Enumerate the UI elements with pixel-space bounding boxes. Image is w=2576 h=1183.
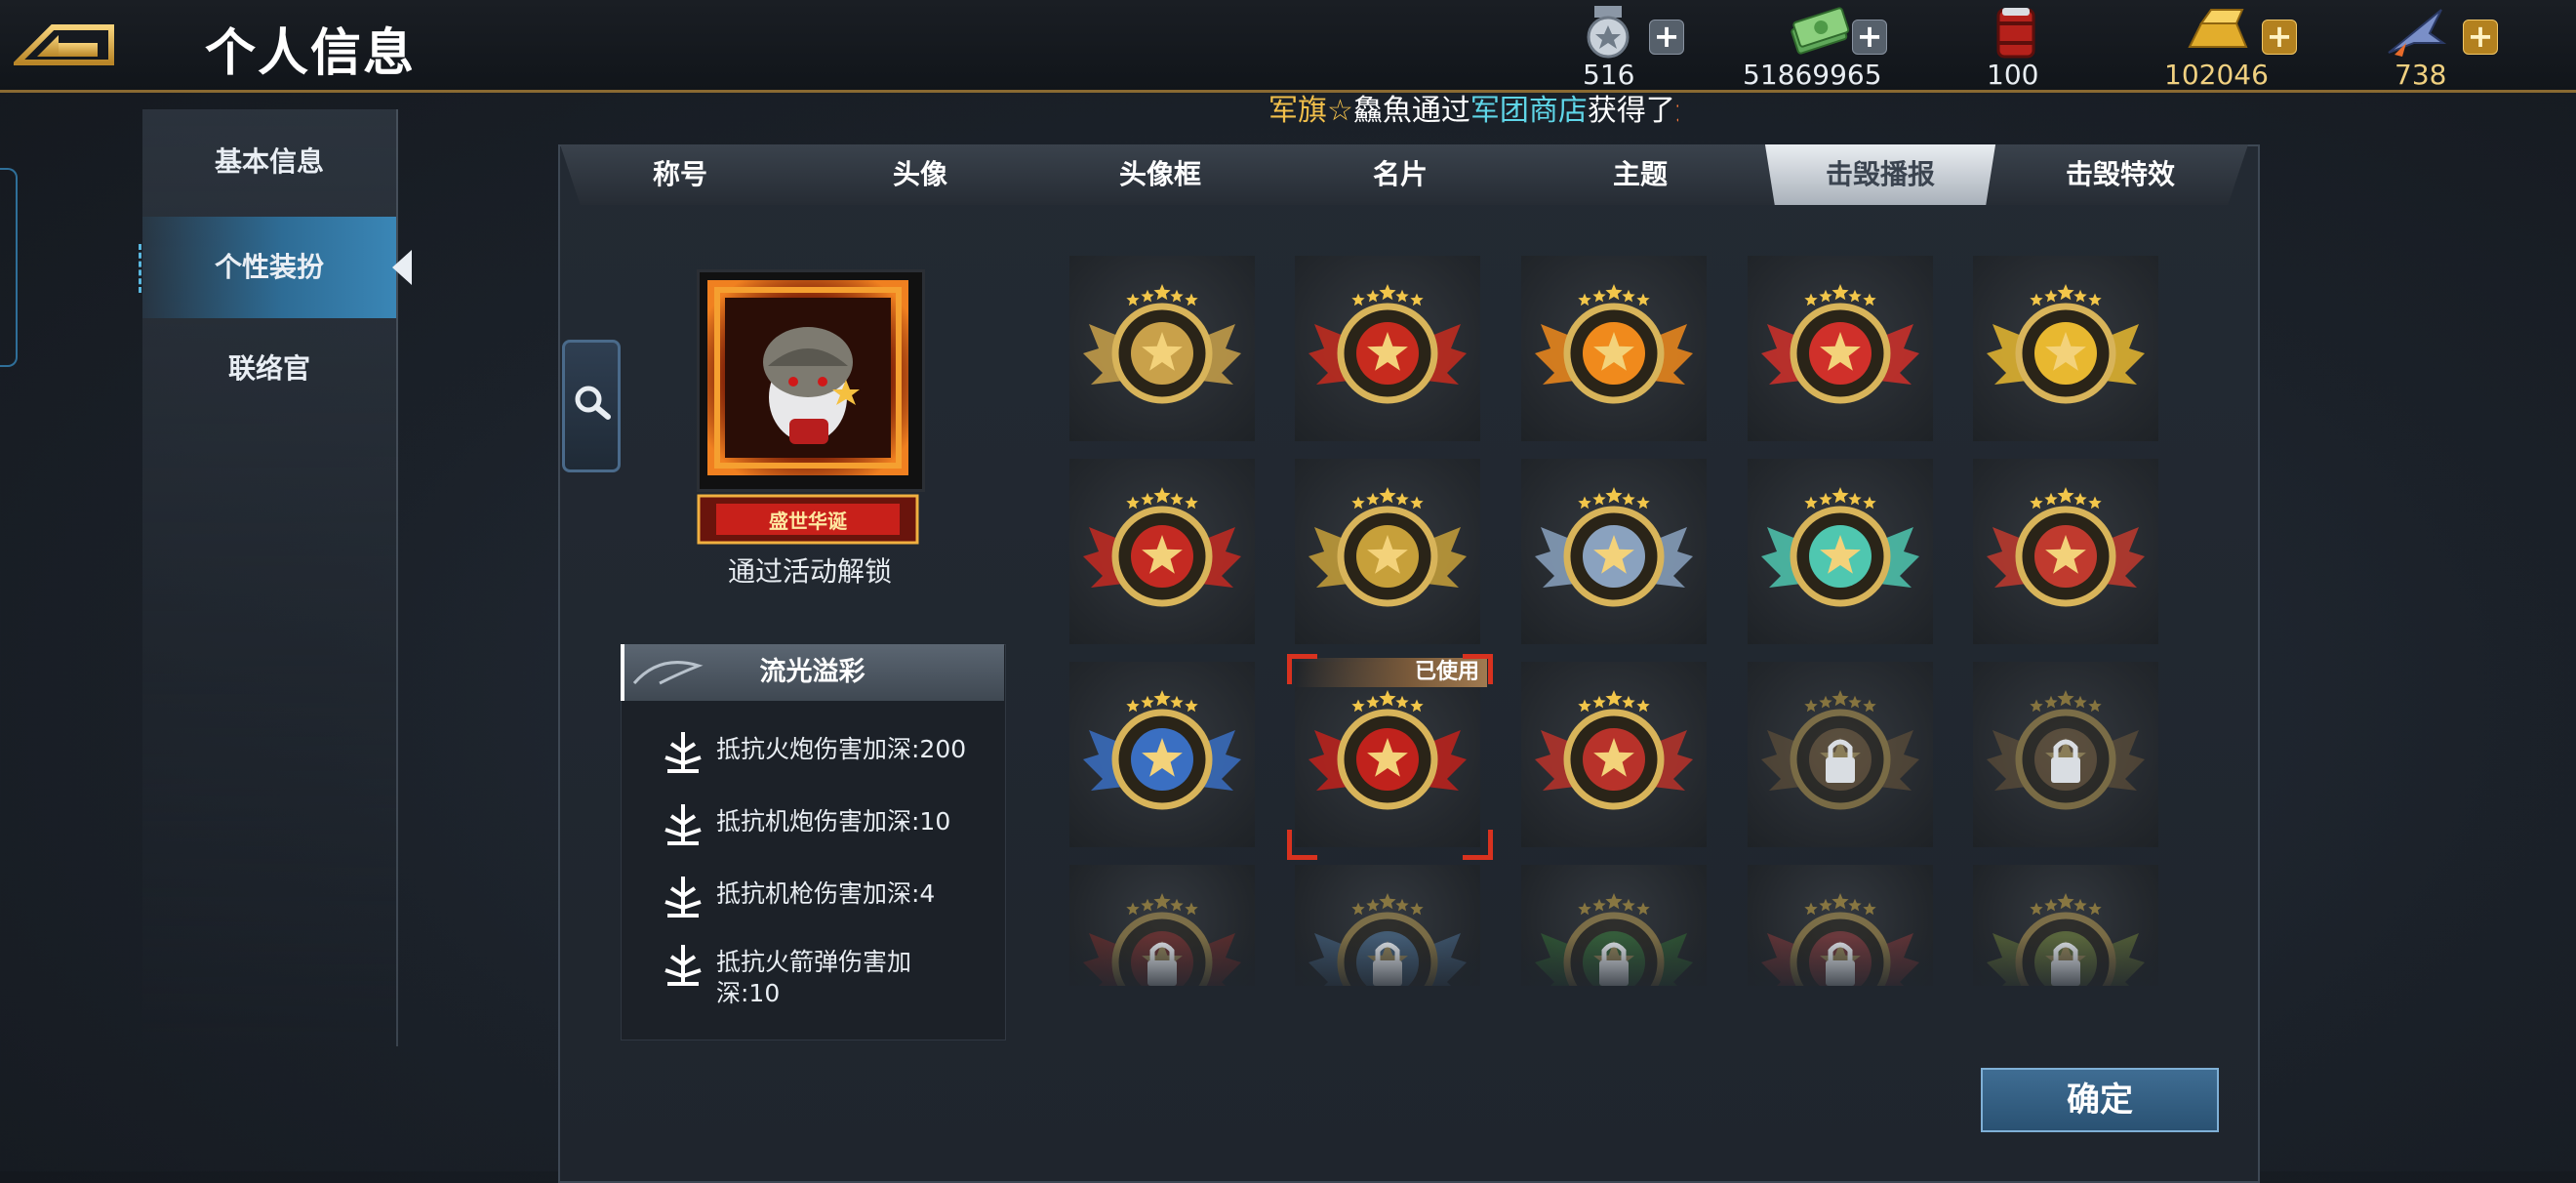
fuel-value: 100 [1987, 59, 2039, 91]
badge-slot[interactable] [1521, 256, 1707, 441]
resource-medal: 516 + [1569, 4, 1696, 91]
number-seven-badge-icon [1535, 690, 1693, 810]
sidebar-item-basic-info[interactable]: 基本信息 [142, 111, 396, 213]
cash-value: 51869965 [1743, 59, 1882, 91]
tree-attribute-icon [664, 945, 702, 986]
badge-slot[interactable] [1748, 662, 1933, 847]
preview-banner-text: 盛世华诞 [769, 510, 848, 533]
badge-slot[interactable] [1069, 459, 1255, 644]
sidebar-item-personalize[interactable]: 个性装扮 [139, 217, 412, 318]
pumpkin-badge-icon [1535, 284, 1693, 404]
ticker-part: 军旗☆ [1268, 94, 1353, 128]
selection-corner [1463, 654, 1493, 684]
red-banner-star-badge-icon [1308, 690, 1467, 810]
sidebar-item-liaison[interactable]: 联络官 [142, 318, 396, 420]
jet-value: 738 [2395, 59, 2447, 91]
selection-corner [1287, 830, 1317, 860]
resource-cash: 51869965 + [1743, 4, 1909, 91]
badge-slot[interactable] [1973, 459, 2158, 644]
fuel-barrel-icon [1996, 8, 2035, 59]
attribute-text: 抵抗火炮伤害加深:200 [716, 735, 967, 763]
rabbit-avatar-icon [707, 280, 908, 475]
robot-helmet-badge-icon [1535, 487, 1693, 607]
tree-attribute-icon [664, 877, 702, 918]
active-arrow-icon [392, 250, 412, 285]
attributes-title: 流光溢彩 [759, 657, 865, 687]
unlock-hint: 通过活动解锁 [727, 555, 892, 588]
preview-banner: 盛世华诞 [697, 492, 919, 547]
used-tag: 已使用 [1294, 658, 1487, 687]
medal-icon [1587, 6, 1630, 59]
back-button[interactable] [10, 14, 117, 68]
shield-star-blue-badge-icon [1083, 690, 1241, 810]
selection-corner [1463, 830, 1493, 860]
banner-ribbon-icon: 盛世华诞 [697, 494, 919, 545]
left-edge-decoration [0, 168, 18, 367]
tree-attribute-icon [664, 732, 702, 773]
badge-slot[interactable] [1295, 256, 1480, 441]
book-lock-badge-icon [1761, 690, 1919, 810]
tab-name-card[interactable]: 名片 [1280, 144, 1520, 205]
jade-ring-badge-icon [1761, 487, 1919, 607]
tab-kill-broadcast[interactable]: 击毁播报 [1764, 144, 1996, 205]
badge-slot[interactable] [1069, 662, 1255, 847]
red-star-crest-badge-icon [1987, 487, 2145, 607]
badge-slot[interactable] [1748, 459, 1933, 644]
back-arrow-icon [10, 24, 114, 65]
active-indicator [139, 244, 144, 293]
resource-fuel: 100 [1985, 4, 2063, 91]
ticker-part: 通过 [1411, 94, 1470, 128]
confirm-button[interactable]: 确定 [1981, 1068, 2219, 1132]
broadcast-ticker: 军旗☆鱻魚通过军团商店获得了辶 [1268, 86, 1678, 129]
sidebar-item-label: 基本信息 [214, 145, 324, 178]
add-cash-button[interactable]: + [1852, 20, 1887, 55]
sidebar-item-label: 个性装扮 [214, 251, 324, 283]
attribute-text: 抵抗机炮伤害加深:10 [716, 807, 951, 836]
page-title: 个人信息 [205, 24, 417, 83]
ticker-player: 鱻魚 [1352, 94, 1412, 128]
search-icon [575, 386, 611, 420]
side-nav: 基本信息 个性装扮 联络官 [139, 109, 412, 1046]
search-button[interactable] [562, 340, 621, 472]
red-star-wings-badge-icon [1761, 284, 1919, 404]
badge-slot[interactable] [1521, 459, 1707, 644]
tab-theme[interactable]: 主题 [1520, 144, 1760, 205]
tab-avatar-frame[interactable]: 头像框 [1040, 144, 1280, 205]
attribute-text: 抵抗机枪伤害加深:4 [716, 879, 936, 908]
tree-attribute-icon [664, 804, 702, 845]
jet-icon [2388, 9, 2447, 57]
treasure-chest-badge-icon [1308, 487, 1467, 607]
tab-avatar[interactable]: 头像 [800, 144, 1040, 205]
selection-corner [1287, 654, 1317, 684]
cash-icon [1791, 7, 1850, 55]
scroll-fade [1064, 937, 2186, 996]
ticker-part: 辶 [1675, 94, 1678, 128]
badge-slot[interactable] [1295, 459, 1480, 644]
winged-sword-badge-icon [1308, 284, 1467, 404]
crest-lock-badge-icon [1987, 690, 2145, 810]
ticker-shop: 军团商店 [1469, 94, 1588, 128]
badge-slot[interactable] [1295, 662, 1480, 847]
star-shield-badge-icon [1083, 284, 1241, 404]
tab-title[interactable]: 称号 [560, 144, 800, 205]
resource-jet: 738 + [2385, 4, 2502, 91]
resource-gold: 102046 + [2164, 4, 2340, 91]
sidebar-item-label: 联络官 [227, 352, 310, 385]
badge-slot[interactable] [1069, 256, 1255, 441]
add-gold-button[interactable]: + [2262, 20, 2297, 55]
gold-bar-icon [2188, 9, 2248, 48]
badge-slot[interactable] [1748, 256, 1933, 441]
badge-slot[interactable] [1521, 662, 1707, 847]
badge-slot[interactable] [1973, 256, 2158, 441]
add-medal-button[interactable]: + [1649, 20, 1684, 55]
badge-slot[interactable] [1973, 662, 2158, 847]
ticker-part: 获得了 [1587, 94, 1675, 128]
lightning-wings-badge-icon [1987, 284, 2145, 404]
attribute-text: 抵抗火箭弹伤害加深:10 [716, 948, 912, 1007]
gold-value: 102046 [2164, 59, 2269, 91]
tab-kill-effect[interactable]: 击毁特效 [2000, 144, 2240, 205]
lantern-badge-icon [1083, 487, 1241, 607]
add-jet-button[interactable]: + [2463, 20, 2498, 55]
badge-preview [697, 269, 925, 492]
